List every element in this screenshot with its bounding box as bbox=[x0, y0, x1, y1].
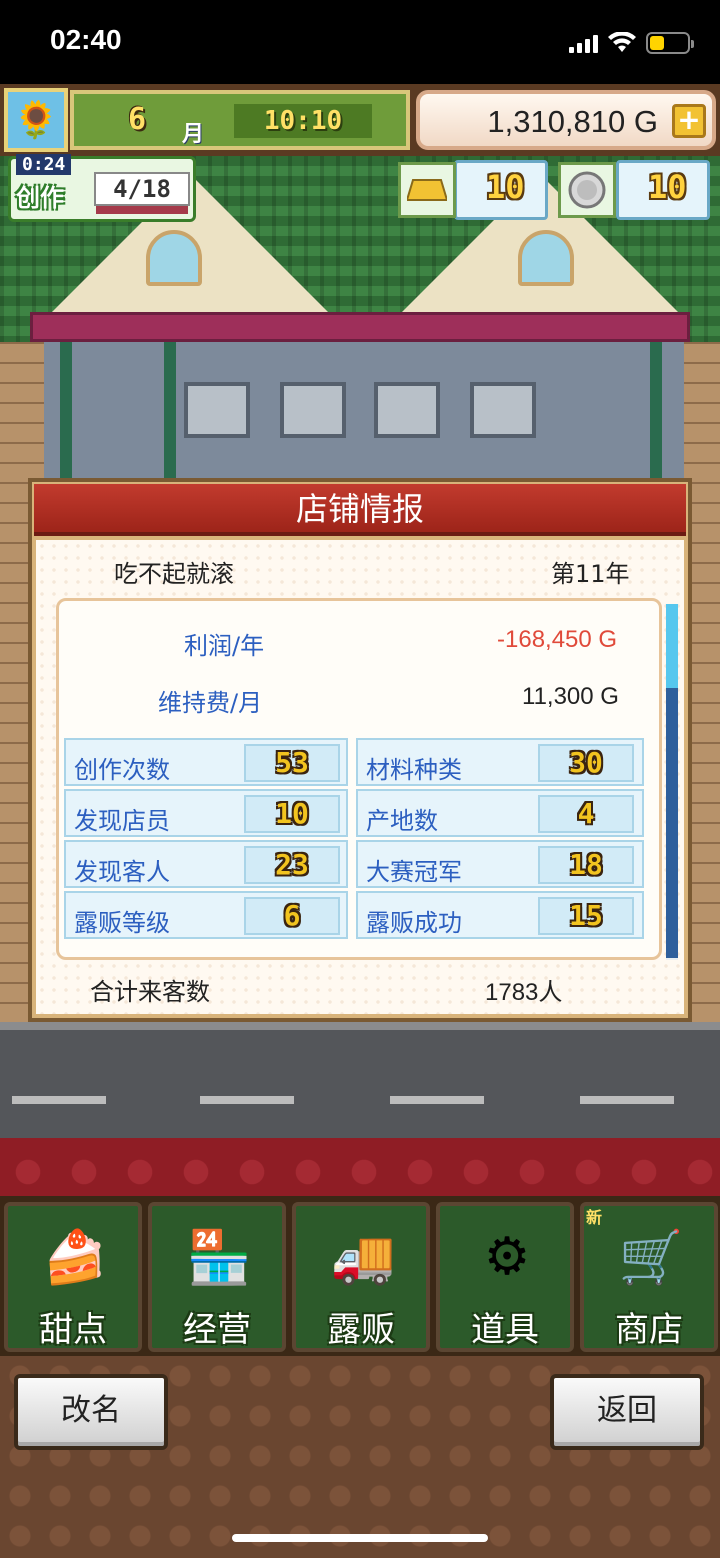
wifi-icon bbox=[608, 32, 636, 52]
stat-cell: 大赛冠军 18 bbox=[356, 840, 644, 888]
gold-bar-icon bbox=[398, 162, 456, 218]
stat-value: 15 bbox=[538, 897, 634, 935]
road-marking bbox=[200, 1096, 294, 1104]
sunflower-icon[interactable]: 🌻 bbox=[4, 88, 68, 152]
stat-value: 53 bbox=[244, 744, 340, 782]
create-progress-bar bbox=[96, 206, 188, 214]
road-marking bbox=[12, 1096, 106, 1104]
stat-cell: 产地数 4 bbox=[356, 789, 644, 837]
back-button[interactable]: 返回 bbox=[550, 1374, 704, 1450]
stat-value: 10 bbox=[244, 795, 340, 833]
status-bar: 02:40 bbox=[0, 0, 720, 84]
menu-label: 经营 bbox=[183, 1310, 251, 1350]
month-number: 6 bbox=[128, 102, 147, 137]
battery-icon bbox=[646, 32, 694, 54]
status-time: 02:40 bbox=[50, 24, 122, 55]
oven bbox=[184, 382, 250, 438]
stat-cell: 创作次数 53 bbox=[64, 738, 348, 786]
game-clock: 10:10 bbox=[234, 104, 372, 138]
total-customers-label: 合计来客数 bbox=[90, 978, 210, 1006]
month-unit: 月 bbox=[182, 122, 205, 147]
upkeep-value: 11,300 G bbox=[522, 683, 619, 710]
menu-manage-button[interactable]: 🏪 经营 bbox=[148, 1202, 286, 1352]
stat-cell: 材料种类 30 bbox=[356, 738, 644, 786]
stat-label: 发现客人 bbox=[74, 858, 170, 886]
stat-value: 6 bbox=[244, 897, 340, 935]
create-timer: 0:24 bbox=[16, 154, 72, 175]
stat-value: 18 bbox=[538, 846, 634, 884]
stat-value: 23 bbox=[244, 846, 340, 884]
menu-label: 商店 bbox=[615, 1310, 683, 1350]
menu-food-truck-button[interactable]: 🚚 露贩 bbox=[292, 1202, 430, 1352]
carpet-band bbox=[0, 1138, 720, 1200]
signal-icon bbox=[569, 33, 598, 53]
stat-label: 材料种类 bbox=[366, 756, 462, 784]
road-marking bbox=[580, 1096, 674, 1104]
scrollbar-body bbox=[666, 688, 678, 958]
create-count: 4/18 bbox=[94, 172, 190, 206]
scrollbar-thumb[interactable] bbox=[666, 604, 678, 688]
profit-label: 利润/年 bbox=[184, 632, 265, 660]
menu-label: 甜点 bbox=[39, 1310, 107, 1350]
top-hud: 🌻 6 月 10:10 1,310,810 G + bbox=[0, 84, 720, 156]
items-icon: ⚙ bbox=[483, 1227, 531, 1287]
stat-value: 30 bbox=[538, 744, 634, 782]
stat-value: 4 bbox=[538, 795, 634, 833]
stat-label: 产地数 bbox=[366, 807, 438, 835]
stat-label: 创作次数 bbox=[74, 756, 170, 784]
stat-cell: 露贩等级 6 bbox=[64, 891, 348, 939]
menu-items-button[interactable]: ⚙ 道具 bbox=[436, 1202, 574, 1352]
cake-icon: 🍰 bbox=[42, 1227, 108, 1288]
shop-pillar bbox=[650, 342, 662, 482]
road bbox=[0, 1022, 720, 1138]
stat-label: 露贩等级 bbox=[74, 909, 170, 937]
home-indicator[interactable] bbox=[232, 1534, 488, 1542]
profit-value: -168,450 G bbox=[497, 626, 618, 653]
total-customers-value: 1783人 bbox=[485, 979, 563, 1006]
oven bbox=[470, 382, 536, 438]
menu-label: 露贩 bbox=[327, 1310, 395, 1350]
date-panel: 6 月 10:10 bbox=[70, 90, 410, 150]
shop-pillar bbox=[60, 342, 72, 482]
medal-count: 10 bbox=[648, 168, 687, 206]
road-marking bbox=[390, 1096, 484, 1104]
round-window bbox=[518, 230, 574, 286]
shop-awning bbox=[30, 312, 690, 342]
dialog-title: 店铺情报 bbox=[34, 484, 686, 536]
gold-bar-count: 10 bbox=[486, 168, 525, 206]
stat-cell: 发现客人 23 bbox=[64, 840, 348, 888]
oven bbox=[374, 382, 440, 438]
shop-year: 第11年 bbox=[551, 560, 630, 588]
stat-label: 大赛冠军 bbox=[366, 858, 462, 886]
menu-dessert-button[interactable]: 🍰 甜点 bbox=[4, 1202, 142, 1352]
cart-icon: 🛒 bbox=[618, 1227, 684, 1288]
stat-label: 发现店员 bbox=[74, 807, 170, 835]
shop-interior bbox=[44, 342, 684, 482]
upkeep-label: 维持费/月 bbox=[158, 689, 263, 717]
add-money-button[interactable]: + bbox=[672, 104, 706, 138]
stat-cell: 发现店员 10 bbox=[64, 789, 348, 837]
stat-cell: 露贩成功 15 bbox=[356, 891, 644, 939]
shop-pillar bbox=[164, 342, 176, 482]
menu-label: 道具 bbox=[471, 1310, 539, 1350]
money-panel: 1,310,810 G + bbox=[416, 90, 716, 150]
food-truck-icon: 🚚 bbox=[330, 1227, 396, 1288]
shop-name: 吃不起就滚 bbox=[114, 560, 234, 588]
round-window bbox=[146, 230, 202, 286]
stat-label: 露贩成功 bbox=[366, 909, 462, 937]
new-badge: 新 bbox=[586, 1208, 603, 1227]
medal-icon bbox=[558, 162, 616, 218]
create-label: 创作 bbox=[16, 184, 64, 212]
status-icons bbox=[569, 30, 694, 56]
shop-icon: 🏪 bbox=[186, 1227, 252, 1288]
oven bbox=[280, 382, 346, 438]
rename-button[interactable]: 改名 bbox=[14, 1374, 168, 1450]
money-value: 1,310,810 G bbox=[487, 104, 658, 139]
